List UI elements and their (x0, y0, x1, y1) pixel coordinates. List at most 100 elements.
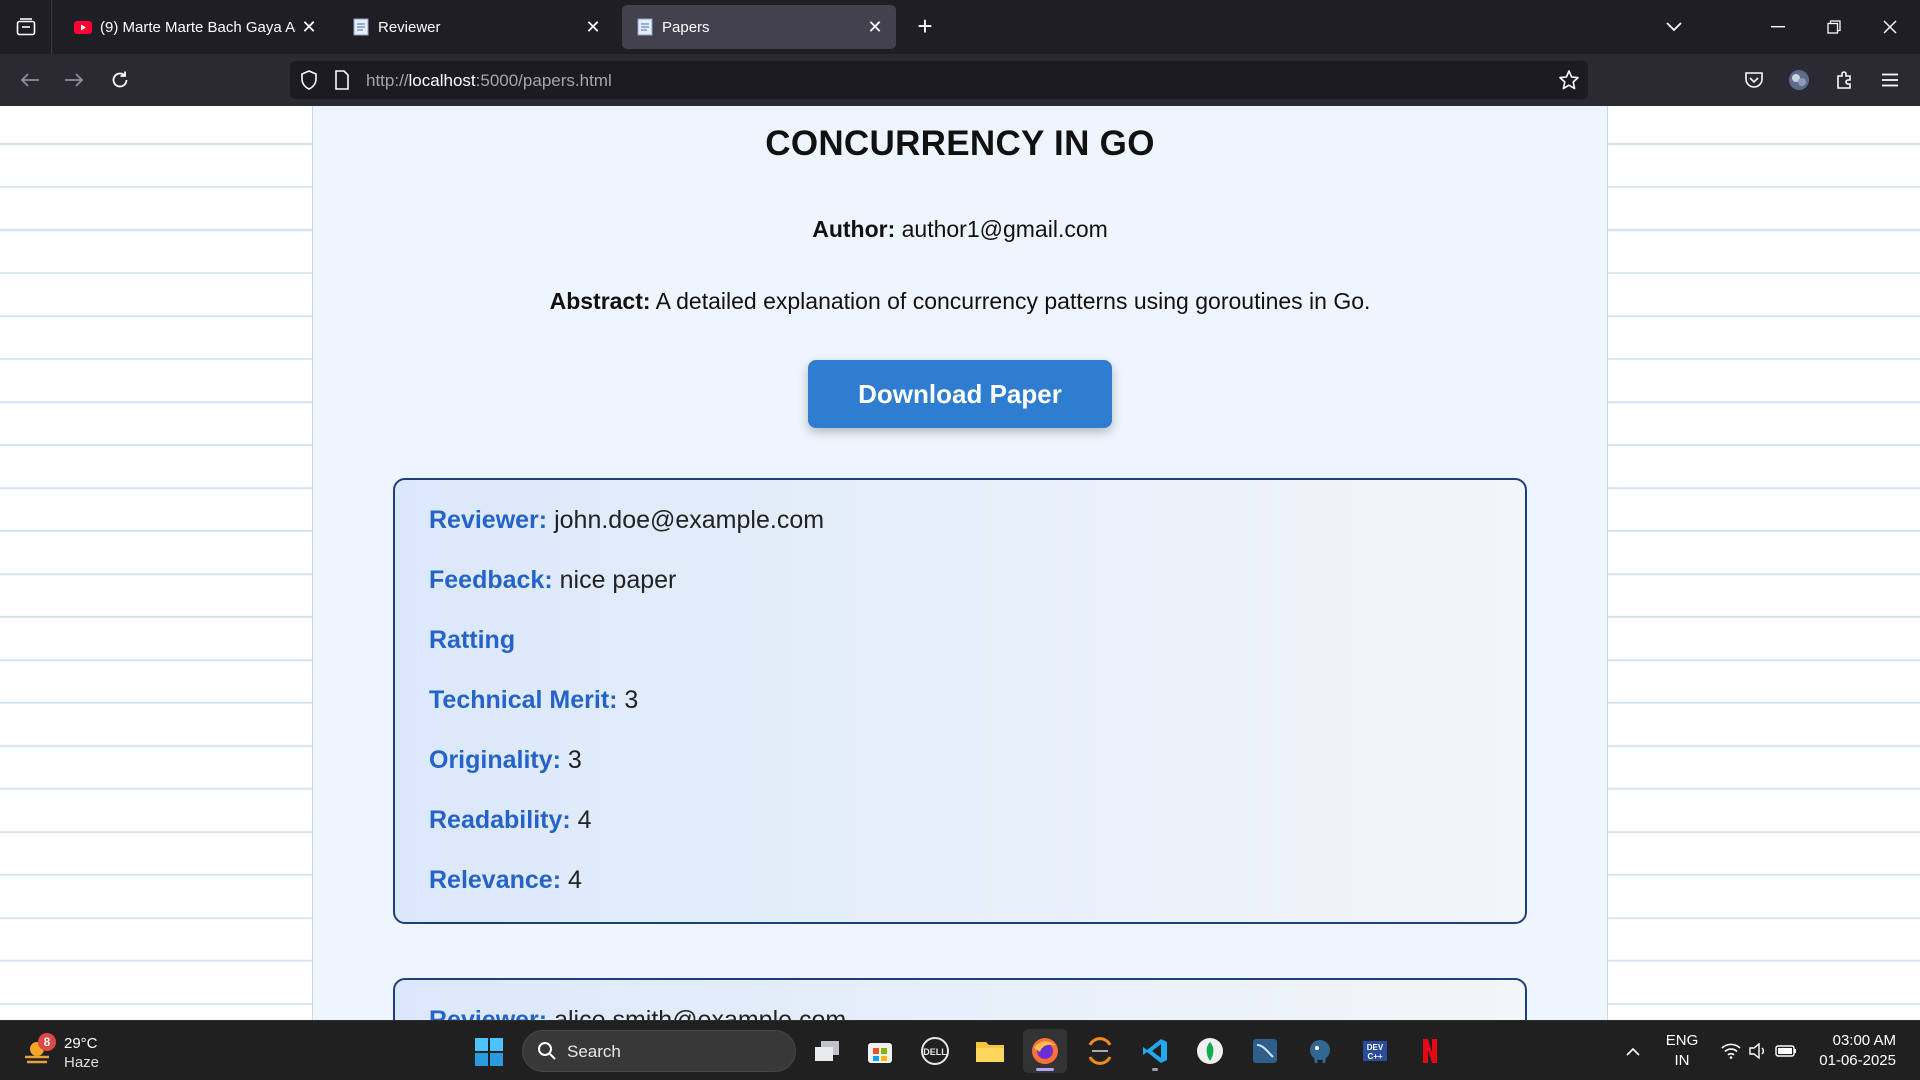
task-view-button[interactable] (805, 1029, 849, 1073)
tab-title: Papers (662, 18, 710, 36)
account-avatar-icon (1789, 70, 1809, 90)
reload-icon (112, 71, 128, 88)
abstract-value: A detailed explanation of concurrency pa… (655, 288, 1371, 314)
taskbar-search[interactable]: Search (522, 1030, 796, 1072)
feedback-label: Feedback: (429, 566, 553, 594)
firefox-taskbar-button[interactable] (1023, 1029, 1067, 1073)
document-icon (636, 18, 654, 36)
language-code: ENG (1665, 1032, 1699, 1049)
show-hidden-icons-button[interactable] (1618, 1021, 1648, 1080)
url-path: :5000/papers.html (475, 71, 612, 90)
reviewer-value: alice.smith@example.com (554, 1006, 847, 1020)
author-value: author1@gmail.com (901, 216, 1108, 242)
plus-icon: + (917, 11, 933, 41)
download-paper-button[interactable]: Download Paper (808, 360, 1112, 428)
reviewer-label: Reviewer: (429, 1006, 548, 1020)
readability-value: 4 (577, 806, 592, 834)
pocket-button[interactable] (1736, 62, 1772, 98)
feedback-value: nice paper (559, 566, 677, 594)
weather-temp: 29°C (64, 1035, 98, 1052)
restore-button[interactable] (1806, 0, 1862, 54)
clock-time: 03:00 AM (1832, 1032, 1896, 1049)
tab-youtube[interactable]: (9) Marte Marte Bach Gaya Aaj ✕ (60, 5, 330, 49)
svg-text:C++: C++ (1367, 1052, 1382, 1061)
folder-icon (976, 1042, 1004, 1062)
postgresql-button[interactable] (1298, 1029, 1342, 1073)
close-tab-icon[interactable]: ✕ (296, 14, 322, 40)
youtube-icon (74, 18, 92, 36)
taskbar: 8 29°C Haze Search DELL DEV C++ ENG IN 0… (0, 1020, 1920, 1080)
minimize-button[interactable] (1750, 0, 1806, 54)
weather-widget[interactable]: 8 29°C Haze (22, 1029, 132, 1073)
netflix-button[interactable] (1408, 1029, 1452, 1073)
eclipse-icon (1088, 1037, 1112, 1065)
back-button[interactable] (12, 62, 48, 98)
document-icon (352, 18, 370, 36)
file-explorer-button[interactable] (968, 1029, 1012, 1073)
devcpp-button[interactable]: DEV C++ (1353, 1029, 1397, 1073)
input-language-indicator[interactable]: ENG IN (1664, 1031, 1700, 1071)
shield-icon[interactable] (300, 70, 318, 95)
account-button[interactable] (1781, 62, 1817, 98)
tab-strip: (9) Marte Marte Bach Gaya Aaj ✕ Reviewer… (0, 0, 1920, 54)
dell-app-button[interactable]: DELL (913, 1029, 957, 1073)
tab-title: (9) Marte Marte Bach Gaya Aaj (100, 18, 296, 36)
arrow-right-icon (65, 73, 84, 87)
abstract-label: Abstract: (549, 288, 651, 314)
list-all-tabs-button[interactable] (1646, 0, 1702, 54)
pocket-icon (1745, 72, 1763, 88)
weather-condition: Haze (64, 1054, 100, 1071)
vscode-button[interactable] (1133, 1029, 1177, 1073)
netflix-logo-icon (1423, 1039, 1437, 1063)
originality-label: Originality: (429, 746, 561, 774)
microsoft-store-button[interactable] (858, 1029, 902, 1073)
svg-text:DEV: DEV (1367, 1043, 1384, 1052)
system-status-area[interactable] (1714, 1021, 1804, 1080)
close-icon (1883, 20, 1897, 34)
relevance-value: 4 (567, 866, 582, 894)
battery-icon (1775, 1045, 1796, 1057)
puzzle-icon (1837, 71, 1851, 89)
paper-container: CONCURRENCY IN GO Author: author1@gmail.… (312, 106, 1608, 1020)
clock-date: 01-06-2025 (1819, 1052, 1896, 1069)
firefox-view-button[interactable] (0, 0, 52, 54)
bookmark-star-icon[interactable] (1558, 69, 1580, 96)
close-window-button[interactable] (1862, 0, 1918, 54)
reviewer-row: Reviewer: john.doe@example.com (429, 506, 824, 535)
address-bar[interactable]: http://localhost:5000/papers.html (290, 61, 1588, 99)
menu-button[interactable] (1872, 62, 1908, 98)
language-region: IN (1674, 1052, 1690, 1069)
firefox-icon (1032, 1038, 1058, 1064)
url-text: http://localhost:5000/papers.html (366, 71, 612, 91)
clock[interactable]: 03:00 AM 01-06-2025 (1810, 1031, 1896, 1071)
extensions-button[interactable] (1827, 62, 1863, 98)
mysql-workbench-button[interactable] (1243, 1029, 1287, 1073)
page-info-icon[interactable] (334, 70, 350, 95)
close-tab-icon[interactable]: ✕ (862, 14, 888, 40)
new-tab-button[interactable]: + (910, 12, 940, 42)
page-viewport: CONCURRENCY IN GO Author: author1@gmail.… (0, 106, 1920, 1020)
eclipse-button[interactable] (1078, 1029, 1122, 1073)
mongodb-compass-button[interactable] (1188, 1029, 1232, 1073)
volume-icon (1749, 1043, 1764, 1059)
search-icon (538, 1042, 556, 1060)
navigation-toolbar: http://localhost:5000/papers.html (0, 54, 1920, 106)
review-card: Reviewer: john.doe@example.com Feedback:… (393, 478, 1527, 924)
rating-heading-label: Ratting (429, 626, 516, 654)
relevance-label: Relevance: (429, 866, 562, 894)
reload-button[interactable] (102, 62, 138, 98)
chevron-up-icon (1626, 1047, 1640, 1056)
rating-heading: Ratting (429, 626, 515, 655)
relevance-row: Relevance: 4 (429, 866, 582, 895)
author-label: Author: (812, 216, 896, 242)
technical-merit-value: 3 (624, 686, 639, 714)
tab-papers[interactable]: Papers ✕ (622, 5, 896, 49)
hamburger-menu-icon (1882, 73, 1898, 87)
paper-title: CONCURRENCY IN GO (765, 124, 1155, 163)
close-tab-icon[interactable]: ✕ (580, 14, 606, 40)
forward-button[interactable] (56, 62, 92, 98)
tab-reviewer[interactable]: Reviewer ✕ (338, 5, 614, 49)
reviewer-value: john.doe@example.com (554, 506, 825, 534)
tab-title: Reviewer (378, 18, 441, 36)
start-button[interactable] (474, 1037, 504, 1067)
